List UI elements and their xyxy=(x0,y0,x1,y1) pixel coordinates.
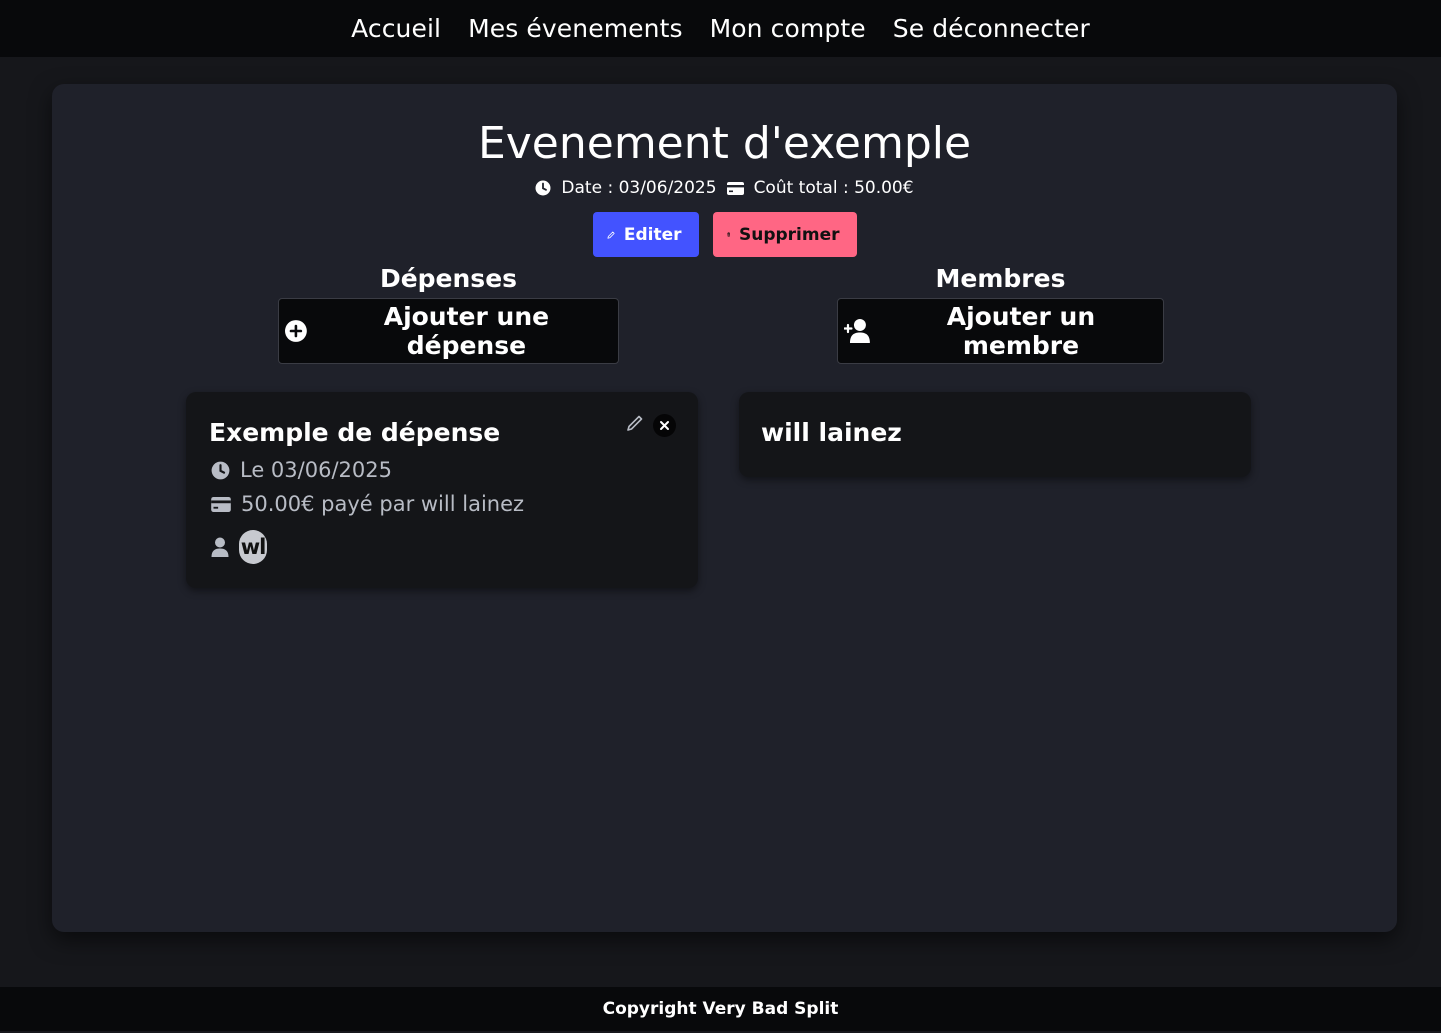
expense-date: Le 03/06/2025 xyxy=(211,458,392,482)
event-actions: Editer Supprimer xyxy=(52,212,1397,257)
clock-icon xyxy=(211,461,230,479)
expense-title: Exemple de dépense xyxy=(209,418,501,447)
edit-event-label: Editer xyxy=(623,224,682,245)
expense-participants: wl xyxy=(211,530,267,564)
add-expense-label: Ajouter une dépense xyxy=(383,302,550,360)
plus-circle-icon xyxy=(285,320,307,342)
footer: Copyright Very Bad Split xyxy=(0,987,1441,1031)
clock-icon xyxy=(535,180,551,196)
close-icon xyxy=(653,414,676,437)
add-member-label: Ajouter un membre xyxy=(946,302,1096,360)
delete-expense-button[interactable] xyxy=(653,414,676,437)
add-member-button[interactable]: Ajouter un membre xyxy=(837,298,1164,364)
event-meta: Date : 03/06/2025 Coût total : 50.00€ xyxy=(52,178,1397,198)
nav-link-home[interactable]: Accueil xyxy=(351,14,441,43)
event-total-text: Coût total : 50.00€ xyxy=(753,178,914,198)
expense-amount: 50.00€ payé par will lainez xyxy=(211,492,524,516)
event-card: Evenement d'exemple Date : 03/06/2025 Co… xyxy=(52,84,1397,932)
credit-card-icon xyxy=(726,181,744,195)
edit-expense-button[interactable] xyxy=(626,414,644,432)
event-date-text: Date : 03/06/2025 xyxy=(561,178,717,198)
expense-amount-text: 50.00€ payé par will lainez xyxy=(241,492,525,516)
add-expense-button[interactable]: Ajouter une dépense xyxy=(278,298,619,364)
pencil-icon xyxy=(607,231,615,239)
delete-event-label: Supprimer xyxy=(738,224,840,245)
avatar: wl xyxy=(239,530,267,564)
edit-event-button[interactable]: Editer xyxy=(592,212,699,257)
expense-card[interactable]: Exemple de dépense Le 03/06/2025 50.00€ … xyxy=(186,392,698,588)
event-total: Coût total : 50.00€ xyxy=(726,178,914,198)
nav-link-my-events[interactable]: Mes évenements xyxy=(468,14,683,43)
copyright-text: Copyright Very Bad Split xyxy=(602,999,839,1019)
pencil-icon xyxy=(627,415,643,431)
user-icon xyxy=(211,537,229,557)
event-date: Date : 03/06/2025 xyxy=(535,178,717,198)
expenses-heading: Dépenses xyxy=(379,264,518,293)
member-card[interactable]: will lainez xyxy=(739,392,1251,477)
event-title: Evenement d'exemple xyxy=(477,118,972,169)
top-navigation: Accueil Mes évenements Mon compte Se déc… xyxy=(0,0,1441,57)
credit-card-icon xyxy=(211,496,231,512)
nav-link-my-account[interactable]: Mon compte xyxy=(710,14,866,43)
trash-icon xyxy=(726,232,730,237)
delete-event-button[interactable]: Supprimer xyxy=(712,212,857,257)
member-name: will lainez xyxy=(761,418,902,447)
members-heading: Membres xyxy=(935,264,1066,293)
nav-link-logout[interactable]: Se déconnecter xyxy=(893,14,1090,43)
user-plus-icon xyxy=(844,319,870,343)
expense-date-text: Le 03/06/2025 xyxy=(240,458,392,482)
